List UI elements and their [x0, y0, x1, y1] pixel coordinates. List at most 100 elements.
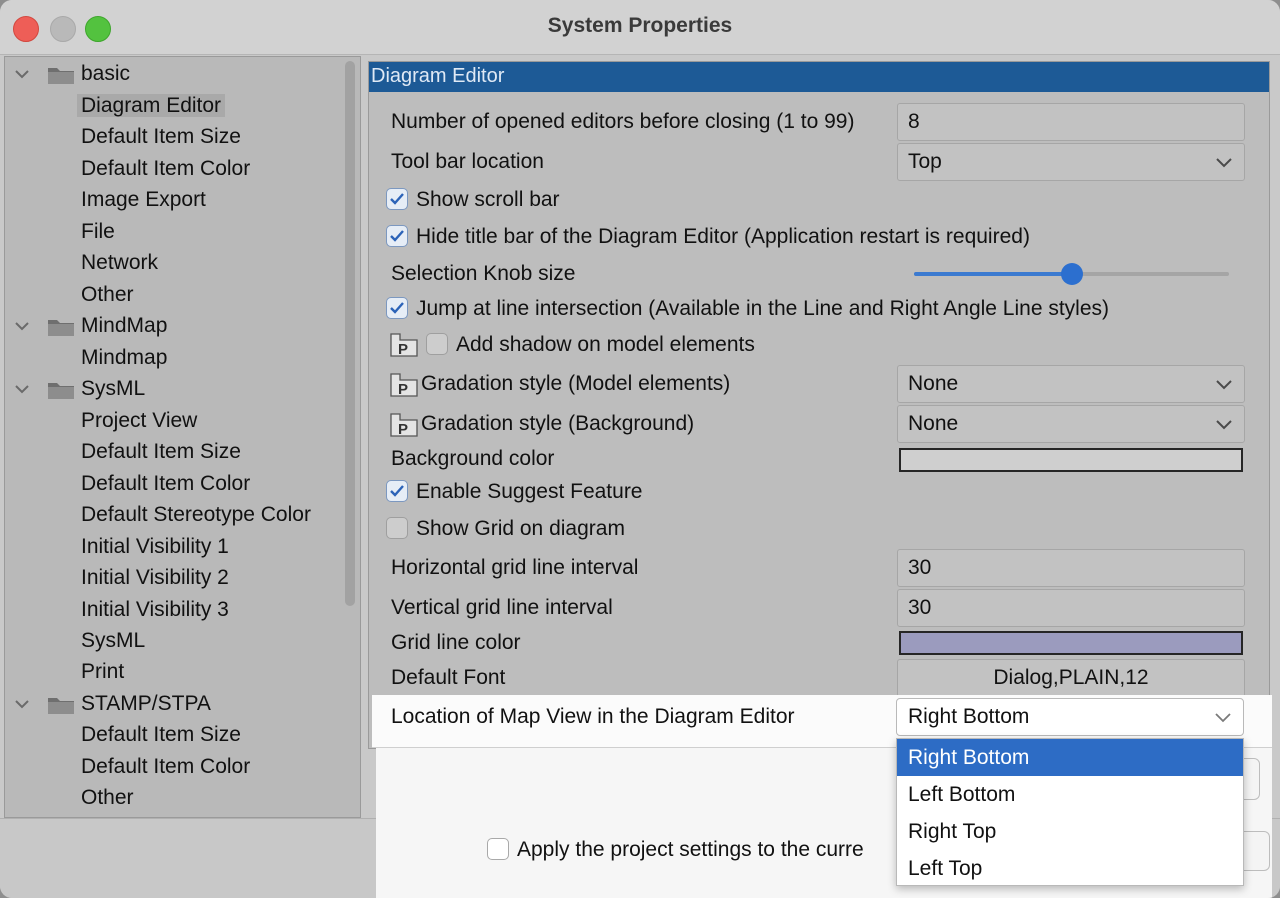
settings-tree: basic Diagram Editor Default Item Size D…	[4, 56, 361, 818]
tree-group-sysml[interactable]: SysML	[5, 374, 345, 404]
tree-item-print[interactable]: Print	[81, 657, 124, 687]
num-editors-input[interactable]: 8	[897, 103, 1245, 141]
tree-group-label: basic	[81, 62, 131, 85]
chevron-down-icon[interactable]	[13, 311, 31, 341]
tree-group-mindmap[interactable]: MindMap	[5, 311, 345, 341]
menu-item-left-bottom[interactable]: Left Bottom	[897, 776, 1243, 813]
folder-icon	[48, 68, 74, 84]
menu-item-right-top[interactable]: Right Top	[897, 813, 1243, 850]
tree-item-file[interactable]: File	[81, 217, 115, 247]
font-label: Default Font	[391, 666, 506, 689]
h-grid-input[interactable]: 30	[897, 549, 1245, 587]
tree-group-label: STAMP/STPA	[81, 692, 211, 715]
show-scroll-bar-checkbox[interactable]	[386, 188, 408, 210]
checkmark-icon	[390, 485, 404, 497]
tree-group-stamp-stpa[interactable]: STAMP/STPA	[5, 689, 345, 719]
suggest-label: Enable Suggest Feature	[416, 480, 643, 503]
window-title: System Properties	[547, 14, 733, 37]
tree-group-label: SysML	[81, 377, 146, 400]
project-setting-icon: P	[390, 413, 418, 438]
tree-item-default-item-size[interactable]: Default Item Size	[81, 437, 241, 467]
selection-knob-label: Selection Knob size	[391, 262, 576, 285]
chevron-down-icon[interactable]	[13, 59, 31, 89]
grid-color-label: Grid line color	[391, 631, 521, 654]
v-grid-input[interactable]: 30	[897, 589, 1245, 627]
slider-knob[interactable]	[1060, 263, 1083, 285]
font-button[interactable]: Dialog,PLAIN,12	[897, 659, 1245, 697]
folder-icon	[48, 383, 74, 399]
hide-title-bar-checkbox[interactable]	[386, 225, 408, 247]
show-scroll-bar-label: Show scroll bar	[416, 188, 560, 211]
gradation-bg-value: None	[908, 412, 959, 435]
checkmark-icon	[390, 230, 404, 242]
jump-line-label: Jump at line intersection (Available in …	[416, 297, 1110, 320]
toolbar-location-value: Top	[908, 150, 942, 173]
selection-knob-slider[interactable]	[914, 263, 1229, 285]
gradation-model-value: None	[908, 372, 959, 395]
chevron-down-icon	[1215, 713, 1231, 723]
tree-item-initial-visibility-2[interactable]: Initial Visibility 2	[81, 563, 229, 593]
gradation-bg-select[interactable]: None	[897, 405, 1245, 443]
tree-item-default-stereotype-color[interactable]: Default Stereotype Color	[81, 500, 311, 530]
panel-header-title: Diagram Editor	[371, 65, 505, 87]
svg-text:P: P	[398, 381, 408, 398]
chevron-down-icon[interactable]	[13, 689, 31, 719]
chevron-down-icon[interactable]	[13, 374, 31, 404]
suggest-checkbox[interactable]	[386, 480, 408, 502]
project-setting-icon: P	[390, 333, 418, 358]
tree-item-other[interactable]: Other	[81, 280, 134, 310]
folder-icon	[48, 698, 74, 714]
map-view-label: Location of Map View in the Diagram Edit…	[391, 705, 795, 728]
panel-header: Diagram Editor	[369, 62, 1269, 92]
show-grid-checkbox[interactable]	[386, 517, 408, 539]
tree-item-default-item-size[interactable]: Default Item Size	[81, 122, 241, 152]
tree-item-default-item-size[interactable]: Default Item Size	[81, 720, 241, 750]
tree-item-sysml[interactable]: SysML	[81, 626, 145, 656]
partially-hidden-button[interactable]	[1243, 831, 1270, 871]
tree-scrollbar[interactable]	[345, 61, 355, 606]
tree-item-network[interactable]: Network	[81, 248, 158, 278]
project-setting-icon: P	[390, 373, 418, 398]
tree-item-diagram-editor[interactable]: Diagram Editor	[77, 91, 226, 121]
num-editors-label: Number of opened editors before closing …	[391, 110, 855, 133]
apply-project-checkbox[interactable]	[487, 838, 509, 860]
gradation-model-select[interactable]: None	[897, 365, 1245, 403]
tree-item-default-item-color[interactable]: Default Item Color	[81, 752, 250, 782]
jump-line-checkbox[interactable]	[386, 297, 408, 319]
add-shadow-checkbox[interactable]	[426, 333, 448, 355]
slider-fill	[914, 272, 1072, 276]
v-grid-label: Vertical grid line interval	[391, 596, 613, 619]
map-view-dropdown-menu: Right Bottom Left Bottom Right Top Left …	[896, 738, 1244, 886]
tree-item-default-item-color[interactable]: Default Item Color	[81, 469, 250, 499]
system-properties-window: System Properties basic Diagram Editor D…	[0, 0, 1280, 898]
tree-item-other[interactable]: Other	[81, 783, 134, 813]
bg-color-label: Background color	[391, 447, 555, 470]
gradation-bg-label: Gradation style (Background)	[421, 412, 695, 435]
settings-panel: Diagram Editor Number of opened editors …	[368, 61, 1270, 749]
bg-color-swatch[interactable]	[899, 448, 1243, 472]
partially-hidden-button[interactable]	[1243, 758, 1260, 800]
tree-item-image-export[interactable]: Image Export	[81, 185, 206, 215]
grid-color-swatch[interactable]	[899, 631, 1243, 655]
toolbar-location-select[interactable]: Top	[897, 143, 1245, 181]
tree-item-mindmap[interactable]: Mindmap	[81, 343, 167, 373]
chevron-down-icon	[1216, 158, 1232, 168]
tree-group-label: MindMap	[81, 314, 168, 337]
tree-item-initial-visibility-1[interactable]: Initial Visibility 1	[81, 532, 229, 562]
map-view-select[interactable]: Right Bottom	[896, 698, 1244, 736]
menu-item-left-top[interactable]: Left Top	[897, 850, 1243, 887]
tree-item-default-item-color[interactable]: Default Item Color	[81, 154, 250, 184]
toolbar-location-label: Tool bar location	[391, 150, 544, 173]
tree-group-basic[interactable]: basic	[5, 59, 345, 89]
map-view-value: Right Bottom	[908, 705, 1030, 728]
tree-item-project-view[interactable]: Project View	[81, 406, 197, 436]
menu-item-right-bottom[interactable]: Right Bottom	[897, 739, 1243, 776]
gradation-model-label: Gradation style (Model elements)	[421, 372, 731, 395]
h-grid-label: Horizontal grid line interval	[391, 556, 639, 579]
show-grid-label: Show Grid on diagram	[416, 517, 625, 540]
tree-item-initial-visibility-3[interactable]: Initial Visibility 3	[81, 595, 229, 625]
folder-icon	[48, 320, 74, 336]
apply-project-label: Apply the project settings to the curre	[517, 838, 864, 861]
hide-title-bar-label: Hide title bar of the Diagram Editor (Ap…	[416, 225, 1030, 248]
svg-text:P: P	[398, 341, 408, 358]
